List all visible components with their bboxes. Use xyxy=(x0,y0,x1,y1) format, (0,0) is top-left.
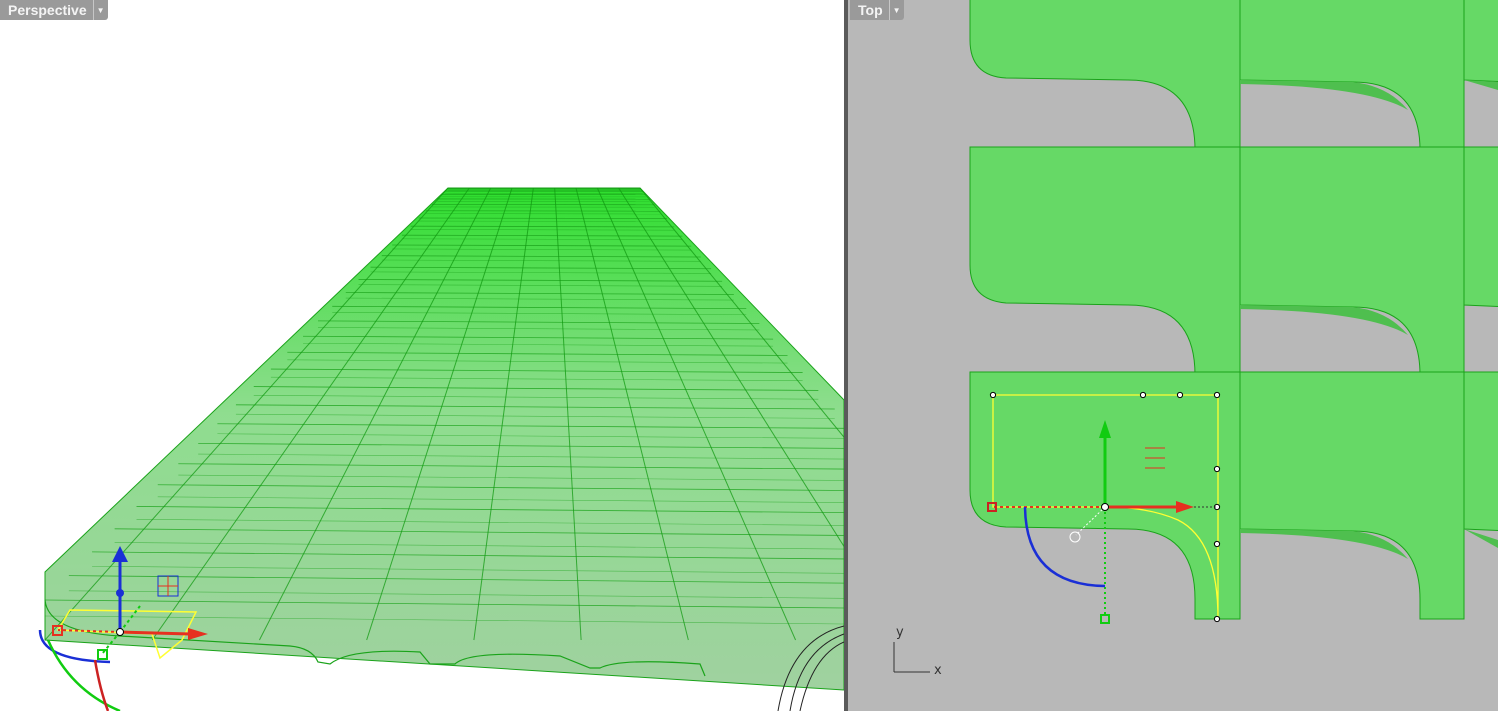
perspective-viewport-tab[interactable]: Perspective ▼ xyxy=(0,0,108,20)
control-point[interactable] xyxy=(1213,615,1221,623)
triangle-down-icon[interactable]: ▼ xyxy=(92,0,108,20)
perspective-viewport[interactable]: Perspective ▼ xyxy=(0,0,844,711)
perspective-scene[interactable] xyxy=(0,0,844,711)
control-point[interactable] xyxy=(1213,391,1221,399)
top-scene[interactable]: y x xyxy=(848,0,1498,711)
fin-profile xyxy=(1463,146,1498,308)
gumball-z-scale-handle[interactable] xyxy=(116,589,124,597)
gumball-x-axis[interactable] xyxy=(119,630,191,636)
top-viewport[interactable]: y x Top ▼ xyxy=(848,0,1498,711)
control-point[interactable] xyxy=(989,391,997,399)
fin-profile xyxy=(1463,0,1498,83)
control-point[interactable] xyxy=(1139,391,1147,399)
fin-profile xyxy=(969,0,1241,171)
control-point[interactable] xyxy=(1213,540,1221,548)
axis-indicator: y x xyxy=(893,625,942,678)
perspective-viewport-title[interactable]: Perspective xyxy=(0,0,93,20)
control-point[interactable] xyxy=(1176,391,1184,399)
axis-x-label: x xyxy=(934,663,942,678)
top-viewport-title[interactable]: Top xyxy=(850,0,889,20)
top-viewport-tab[interactable]: Top ▼ xyxy=(850,0,904,20)
gumball-center[interactable] xyxy=(116,628,124,636)
gumball-rotate-y-arc[interactable] xyxy=(46,639,121,711)
axis-y-label: y xyxy=(896,625,904,640)
gumball-y-scale-handle[interactable] xyxy=(97,649,108,660)
fin-profile xyxy=(1239,146,1465,396)
gumball-center[interactable] xyxy=(1101,503,1109,511)
fin-profile xyxy=(1239,371,1465,620)
fin-profiles xyxy=(969,0,1498,620)
triangle-down-icon[interactable]: ▼ xyxy=(888,0,904,20)
gumball-rotate-x-arc[interactable] xyxy=(93,659,110,711)
fin-profile xyxy=(969,146,1241,396)
gumball-y-scale-handle[interactable] xyxy=(1100,614,1110,624)
control-point[interactable] xyxy=(1213,465,1221,473)
fin-profile xyxy=(1463,371,1498,532)
gumball-drag-handle[interactable] xyxy=(1069,531,1081,543)
deck-surface xyxy=(44,187,844,691)
